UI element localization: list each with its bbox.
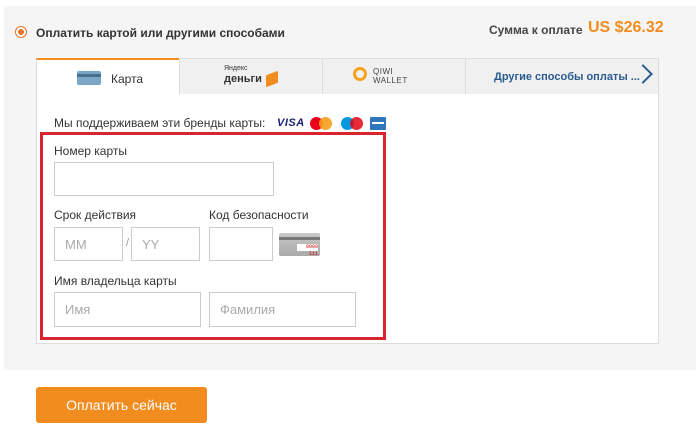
mastercard-logo	[310, 117, 332, 130]
credit-card-icon	[77, 71, 101, 85]
tab-card-label: Карта	[111, 72, 144, 86]
supported-brands-label: Мы поддерживаем эти бренды карты:	[54, 116, 266, 130]
qiwi-logo-text: QIWI WALLET	[373, 67, 408, 85]
total-label: Сумма к оплате	[489, 23, 583, 37]
pay-option-radio[interactable]	[15, 26, 27, 38]
tab-other-methods-label: Другие способы оплаты ...	[494, 71, 640, 83]
pay-option-label[interactable]: Оплатить картой или другими способами	[36, 26, 285, 40]
tab-card[interactable]: Карта	[36, 58, 180, 95]
first-name-input[interactable]	[54, 292, 201, 327]
tab-yandex-money[interactable]: Яндекс деньги	[179, 58, 323, 95]
tab-qiwi[interactable]: QIWI WALLET	[322, 58, 466, 95]
total-amount: US $26.32	[588, 19, 664, 36]
cardholder-label: Имя владельца карты	[54, 274, 177, 288]
expiry-month-input[interactable]	[54, 227, 123, 261]
card-number-label: Номер карты	[54, 144, 127, 158]
tab-other-methods[interactable]: Другие способы оплаты ...	[465, 58, 659, 95]
yandex-money-logo-text: Яндекс деньги	[224, 65, 262, 85]
expiry-year-input[interactable]	[131, 227, 200, 261]
expiry-separator: /	[126, 237, 130, 249]
cvv-input[interactable]	[209, 227, 273, 261]
visa-logo: VISA	[277, 117, 305, 129]
yandex-brand-top: Яндекс	[224, 65, 248, 72]
maestro-logo	[341, 117, 363, 130]
qiwi-icon	[353, 67, 367, 81]
payment-method-tabs: Карта Яндекс деньги QIWI WALLET Другие с…	[36, 58, 659, 95]
cvv-hint-code: 0000 111	[297, 244, 318, 257]
amex-logo	[370, 117, 386, 130]
cvv-card-icon: 0000 111	[279, 233, 320, 257]
qiwi-brand-bottom: WALLET	[373, 76, 408, 85]
expiry-label: Срок действия	[54, 208, 137, 222]
qiwi-brand-top: QIWI	[373, 67, 394, 76]
yandex-brand-bottom: деньги	[224, 73, 262, 85]
last-name-input[interactable]	[209, 292, 356, 327]
cvv-label: Код безопасности	[209, 208, 309, 222]
yandex-money-icon	[266, 70, 278, 88]
pay-now-button[interactable]: Оплатить сейчас	[36, 387, 207, 423]
card-number-input[interactable]	[54, 162, 274, 196]
